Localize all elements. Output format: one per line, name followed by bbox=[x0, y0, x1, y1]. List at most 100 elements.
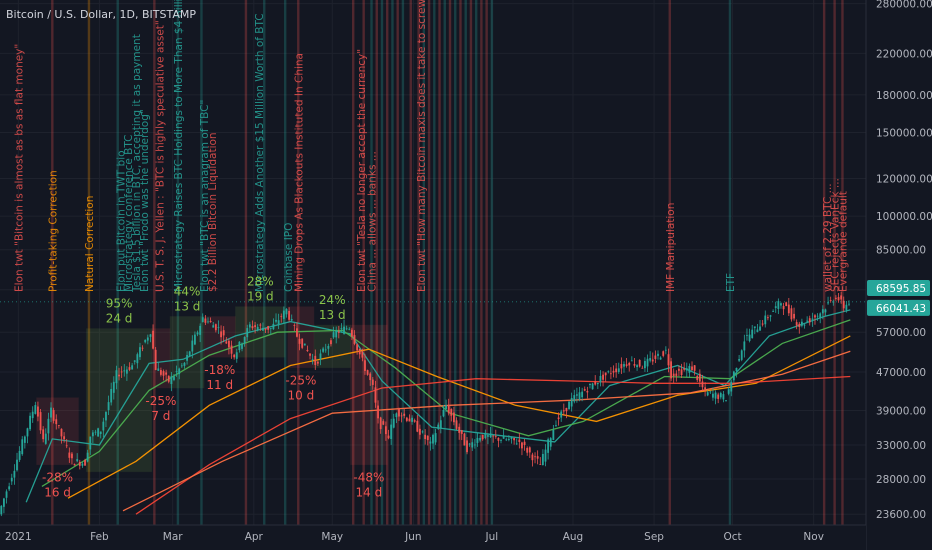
candle-body bbox=[178, 368, 181, 375]
candle-body bbox=[714, 392, 717, 399]
event-annotation: China ... allows ... banks ... bbox=[367, 151, 379, 292]
candle-body bbox=[141, 347, 144, 349]
candle-body bbox=[473, 444, 476, 446]
candle-body bbox=[759, 326, 761, 331]
candle-body bbox=[369, 373, 372, 381]
candle-body bbox=[628, 362, 631, 366]
candle-body bbox=[167, 375, 170, 382]
candle-body bbox=[712, 393, 714, 398]
candle-body bbox=[256, 326, 259, 330]
candle-body bbox=[136, 354, 139, 364]
candle-body bbox=[290, 318, 293, 321]
candle-body bbox=[636, 365, 638, 368]
measure-box bbox=[350, 324, 388, 466]
candle-body bbox=[777, 301, 780, 309]
candle-body bbox=[811, 318, 814, 320]
candle-body bbox=[510, 437, 513, 439]
candle-body bbox=[330, 340, 332, 345]
candle-body bbox=[128, 367, 131, 370]
candle-body bbox=[183, 362, 186, 366]
candle-body bbox=[353, 335, 356, 344]
time-axis-tick-label: Apr bbox=[245, 531, 264, 543]
candle-body bbox=[790, 308, 793, 320]
candle-body bbox=[455, 420, 458, 429]
candle-body bbox=[840, 295, 843, 300]
measure-duration-label: 10 d bbox=[288, 389, 315, 403]
candle-body bbox=[152, 330, 154, 349]
candle-body bbox=[497, 437, 500, 441]
candle-body bbox=[785, 302, 788, 307]
event-band bbox=[427, 0, 431, 525]
candle-body bbox=[358, 348, 361, 355]
candle-body bbox=[222, 330, 225, 336]
candle-body bbox=[267, 326, 270, 330]
candle-body bbox=[366, 370, 369, 375]
time-axis-tick-label: Sep bbox=[644, 531, 664, 543]
candle-body bbox=[434, 433, 437, 443]
candle-body bbox=[837, 297, 840, 301]
candle-body bbox=[3, 498, 5, 507]
price-axis-tick-label: 120000.00 bbox=[876, 174, 932, 186]
candle-body bbox=[787, 304, 790, 314]
candle-body bbox=[536, 456, 539, 459]
candle-body bbox=[709, 391, 712, 393]
measure-percent-label: -28% bbox=[42, 471, 73, 485]
candle-body bbox=[442, 409, 445, 417]
candle-body bbox=[424, 434, 427, 439]
price-axis-tick-label: 280000.00 bbox=[876, 0, 932, 11]
candle-body bbox=[55, 419, 58, 425]
candle-body bbox=[99, 431, 102, 435]
candle-body bbox=[23, 436, 26, 443]
candle-body bbox=[800, 321, 803, 326]
candle-body bbox=[722, 394, 725, 400]
candle-body bbox=[738, 359, 741, 361]
price-axis-tick-label: 28000.00 bbox=[876, 474, 926, 486]
price-axis-tick-label: 57000.00 bbox=[876, 327, 926, 339]
candle-body bbox=[594, 381, 597, 385]
candle-body bbox=[662, 351, 665, 356]
candle-body bbox=[659, 357, 662, 360]
candle-body bbox=[81, 463, 84, 466]
measure-percent-label: 95% bbox=[106, 297, 133, 311]
candle-body bbox=[717, 394, 720, 399]
chart-title: Bitcoin / U.S. Dollar, 1D, BITSTAMP bbox=[6, 8, 196, 21]
candle-body bbox=[209, 320, 212, 323]
price-chart[interactable]: Elon twt "Bitcoin is almost as bs as fla… bbox=[0, 0, 932, 550]
candle-body bbox=[39, 412, 42, 431]
time-axis-tick-label: Aug bbox=[563, 531, 584, 543]
candle-body bbox=[241, 343, 243, 349]
candle-body bbox=[589, 383, 591, 386]
time-axis-tick-label: 2021 bbox=[5, 531, 32, 543]
candle-body bbox=[492, 435, 495, 437]
price-axis-tick-label: 180000.00 bbox=[876, 90, 932, 102]
candle-body bbox=[541, 453, 544, 466]
candle-body bbox=[316, 361, 319, 364]
candle-body bbox=[586, 390, 589, 393]
measure-duration-label: 14 d bbox=[356, 486, 383, 500]
candle-body bbox=[463, 433, 466, 446]
event-band bbox=[474, 0, 478, 525]
candle-body bbox=[382, 421, 385, 425]
candle-body bbox=[335, 330, 338, 338]
event-annotation: Elon twt "Frodo was the underdog" bbox=[139, 109, 151, 292]
candle-body bbox=[426, 435, 429, 441]
candle-body bbox=[740, 350, 743, 360]
candle-body bbox=[105, 412, 107, 421]
candle-body bbox=[450, 408, 453, 416]
candle-body bbox=[557, 417, 560, 419]
candle-body bbox=[439, 420, 442, 429]
candle-body bbox=[398, 409, 400, 417]
candle-body bbox=[115, 370, 118, 384]
candle-body bbox=[86, 452, 89, 462]
candle-body bbox=[670, 361, 673, 379]
candle-body bbox=[243, 337, 246, 344]
candle-body bbox=[494, 436, 497, 438]
candle-body bbox=[26, 428, 29, 437]
candle-body bbox=[437, 424, 440, 429]
candle-body bbox=[34, 405, 37, 414]
candle-body bbox=[303, 343, 306, 346]
candle-body bbox=[269, 328, 272, 330]
candle-body bbox=[816, 315, 819, 317]
candle-body bbox=[827, 302, 829, 304]
candle-body bbox=[37, 406, 39, 417]
